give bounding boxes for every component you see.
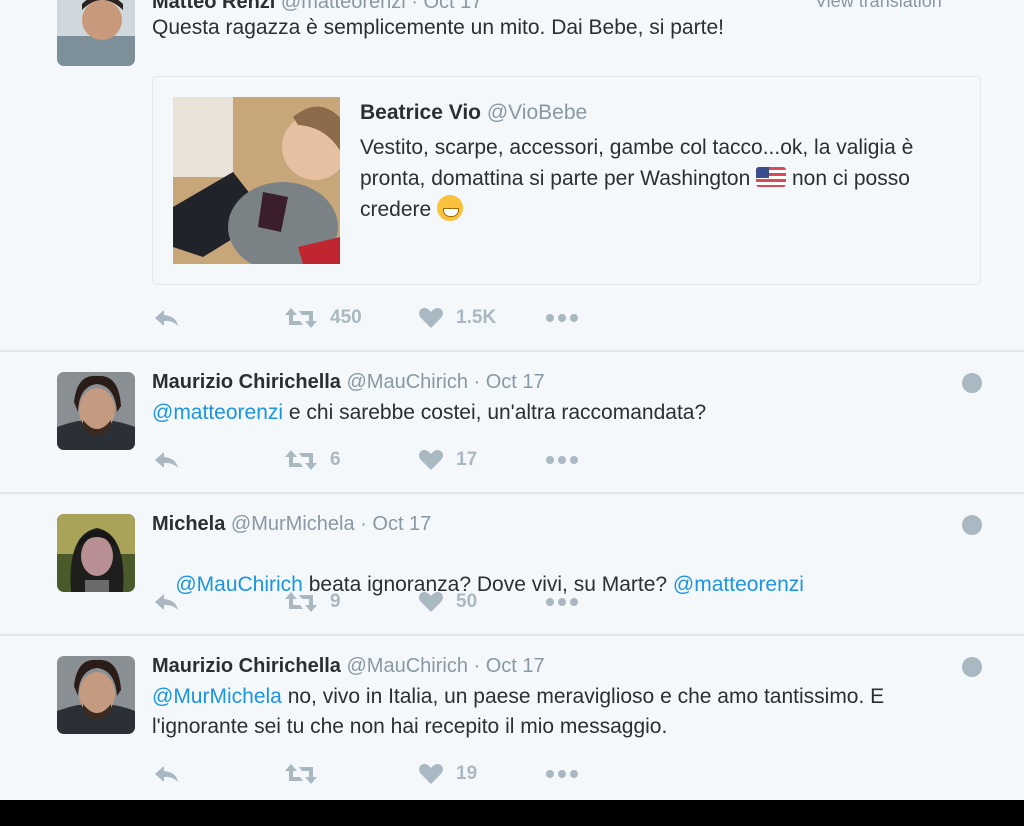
us-flag-emoji	[756, 167, 787, 187]
retweet-button[interactable]	[284, 761, 330, 787]
retweet-button[interactable]: 9	[284, 589, 341, 615]
like-button[interactable]: 50	[418, 589, 477, 615]
separator-dot: ·	[473, 371, 481, 393]
avatar[interactable]	[57, 0, 135, 66]
quoted-tweet[interactable]: Beatrice Vio @VioBebe Vestito, scarpe, a…	[152, 76, 981, 285]
like-button[interactable]: 1.5K	[418, 305, 496, 331]
tweet-text: @matteorenzi e chi sarebbe costei, un'al…	[152, 398, 952, 428]
retweet-button[interactable]: 6	[284, 447, 341, 473]
like-count: 19	[456, 763, 478, 784]
tweet-text: Questa ragazza è semplicemente un mito. …	[152, 13, 952, 43]
tweet-divider	[0, 634, 1024, 636]
tweet-actions: 19	[152, 761, 592, 787]
separator-dot: ·	[411, 0, 418, 13]
author-name[interactable]: Michela	[152, 513, 225, 535]
tweet-text: @MauChirich beata ignoranza? Dove vivi, …	[152, 540, 952, 630]
author-handle[interactable]: @MauChirich	[347, 371, 468, 393]
separator-dot: ·	[360, 513, 367, 535]
tweet-header: Michela @MurMichela · Oct 17	[152, 513, 431, 535]
like-count: 17	[456, 449, 478, 470]
tweet-actions: 9 50	[152, 589, 592, 615]
retweet-count: 6	[330, 449, 341, 470]
reply-icon	[155, 594, 178, 610]
reply-button[interactable]	[152, 447, 180, 473]
heart-icon	[419, 308, 443, 328]
more-button[interactable]	[545, 305, 579, 331]
tweet-text: @MurMichela no, vivo in Italia, un paese…	[152, 682, 982, 742]
grinning-face-emoji	[437, 195, 464, 221]
like-button[interactable]: 19	[418, 761, 477, 787]
more-icon	[546, 770, 578, 778]
tweet-date[interactable]: Oct 17	[486, 655, 545, 677]
view-translation-label: View translation	[815, 0, 942, 11]
quoted-tweet-header: Beatrice Vio @VioBebe	[360, 101, 587, 125]
mention-link[interactable]: @matteorenzi	[152, 401, 283, 424]
tweet-text-body: e chi sarebbe costei, un'altra raccomand…	[283, 401, 707, 424]
author-name[interactable]: Maurizio Chirichella	[152, 371, 341, 393]
tweet-header: Maurizio Chirichella @MauChirich · Oct 1…	[152, 371, 545, 393]
reply-button[interactable]	[152, 589, 180, 615]
tweet-date[interactable]: Oct 17	[424, 0, 483, 13]
mention-link-2[interactable]: @matteorenzi	[673, 573, 804, 596]
tweet-header: Matteo Renzi @matteorenzi · Oct 17	[152, 0, 482, 13]
heart-icon	[419, 764, 443, 784]
tweet-text-body: Questa ragazza è semplicemente un mito. …	[152, 16, 724, 39]
retweet-count: 9	[330, 591, 341, 612]
globe-icon	[962, 373, 982, 393]
retweet-icon	[285, 764, 317, 784]
retweet-count: 450	[330, 307, 362, 328]
retweet-icon	[285, 308, 317, 328]
heart-icon	[419, 450, 443, 470]
tweet-divider	[0, 492, 1024, 494]
retweet-icon	[285, 592, 317, 612]
tweet-date[interactable]: Oct 17	[372, 513, 431, 535]
globe-icon	[962, 515, 982, 535]
quoted-tweet-image[interactable]	[173, 97, 340, 264]
mention-link[interactable]: @MurMichela	[152, 685, 282, 708]
tweet-header: Maurizio Chirichella @MauChirich · Oct 1…	[152, 655, 545, 677]
quoted-tweet-text: Vestito, scarpe, accessori, gambe col ta…	[360, 132, 960, 225]
tweet-actions: 450 1.5K	[152, 305, 592, 331]
more-icon	[546, 456, 578, 464]
avatar[interactable]	[57, 372, 135, 450]
reply-icon	[155, 310, 178, 326]
heart-icon	[419, 592, 443, 612]
like-button[interactable]: 17	[418, 447, 477, 473]
like-count: 1.5K	[456, 307, 497, 328]
retweet-button[interactable]: 450	[284, 305, 362, 331]
avatar[interactable]	[57, 656, 135, 734]
tweet-divider	[0, 350, 1024, 352]
author-handle[interactable]: @MurMichela	[231, 513, 355, 535]
retweet-icon	[285, 450, 317, 470]
reply-icon	[155, 452, 178, 468]
more-button[interactable]	[545, 589, 579, 615]
more-button[interactable]	[545, 761, 579, 787]
avatar[interactable]	[57, 514, 135, 592]
tweet-date[interactable]: Oct 17	[486, 371, 545, 393]
quoted-author-name[interactable]: Beatrice Vio	[360, 101, 481, 124]
author-handle[interactable]: @matteorenzi	[281, 0, 406, 13]
globe-icon	[962, 657, 982, 677]
bottom-black-bar	[0, 800, 1024, 826]
author-name[interactable]: Maurizio Chirichella	[152, 655, 341, 677]
like-count: 50	[456, 591, 478, 612]
reply-button[interactable]	[152, 761, 180, 787]
tweet-actions: 6 17	[152, 447, 592, 473]
author-name[interactable]: Matteo Renzi	[152, 0, 275, 13]
author-handle[interactable]: @MauChirich	[347, 655, 468, 677]
separator-dot: ·	[473, 655, 481, 677]
reply-button[interactable]	[152, 305, 180, 331]
more-icon	[546, 598, 578, 606]
reply-icon	[155, 766, 178, 782]
more-button[interactable]	[545, 447, 579, 473]
view-translation-link[interactable]: View translation	[815, 0, 942, 12]
quoted-author-handle[interactable]: @VioBebe	[487, 101, 587, 124]
more-icon	[546, 314, 578, 322]
